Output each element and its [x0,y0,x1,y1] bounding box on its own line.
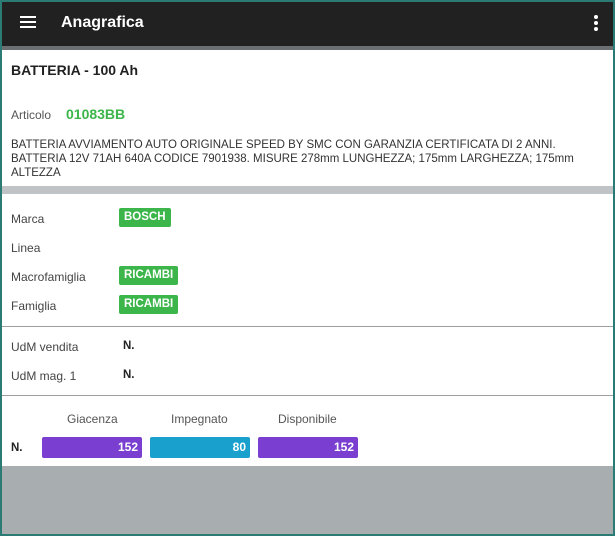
store-uom-value: N. [123,369,135,381]
brand-badge[interactable]: BOSCH [119,208,171,227]
sales-uom-label: UdM vendita [11,340,79,354]
product-description: BATTERIA AVVIAMENTO AUTO ORIGINALE SPEED… [11,139,574,179]
app-frame: Anagrafica BATTERIA - 100 Ah Articolo 01… [2,2,613,534]
divider [2,395,613,396]
divider [2,326,613,327]
page-title: Anagrafica [61,14,144,31]
product-header-card: BATTERIA - 100 Ah Articolo 01083BB BATTE… [2,50,613,186]
stock-header-giacenza: Giacenza [67,412,118,426]
stock-unit: N. [11,442,23,454]
family-label: Famiglia [11,299,57,313]
line-label: Linea [11,241,41,255]
macrofamily-badge[interactable]: RICAMBI [119,266,179,285]
product-details-card: Marca BOSCH Linea Macrofamiglia RICAMBI … [2,194,613,466]
product-title: BATTERIA - 100 Ah [11,62,139,78]
sales-uom-value: N. [123,340,135,352]
section-separator [2,186,613,194]
stock-value-impegnato: 80 [150,437,250,458]
article-label: Articolo [11,108,52,122]
app-bar: Anagrafica [2,2,613,46]
hamburger-icon[interactable] [20,16,36,29]
stock-header-impegnato: Impegnato [171,412,228,426]
stock-value-disponibile: 152 [258,437,358,458]
more-vert-icon[interactable] [593,15,599,31]
article-code: 01083BB [66,106,126,122]
store-uom-label: UdM mag. 1 [11,369,77,383]
macrofamily-label: Macrofamiglia [11,270,86,284]
brand-label: Marca [11,212,45,226]
family-badge[interactable]: RICAMBI [119,295,179,314]
stock-value-giacenza: 152 [42,437,142,458]
stock-header-disponibile: Disponibile [278,412,337,426]
